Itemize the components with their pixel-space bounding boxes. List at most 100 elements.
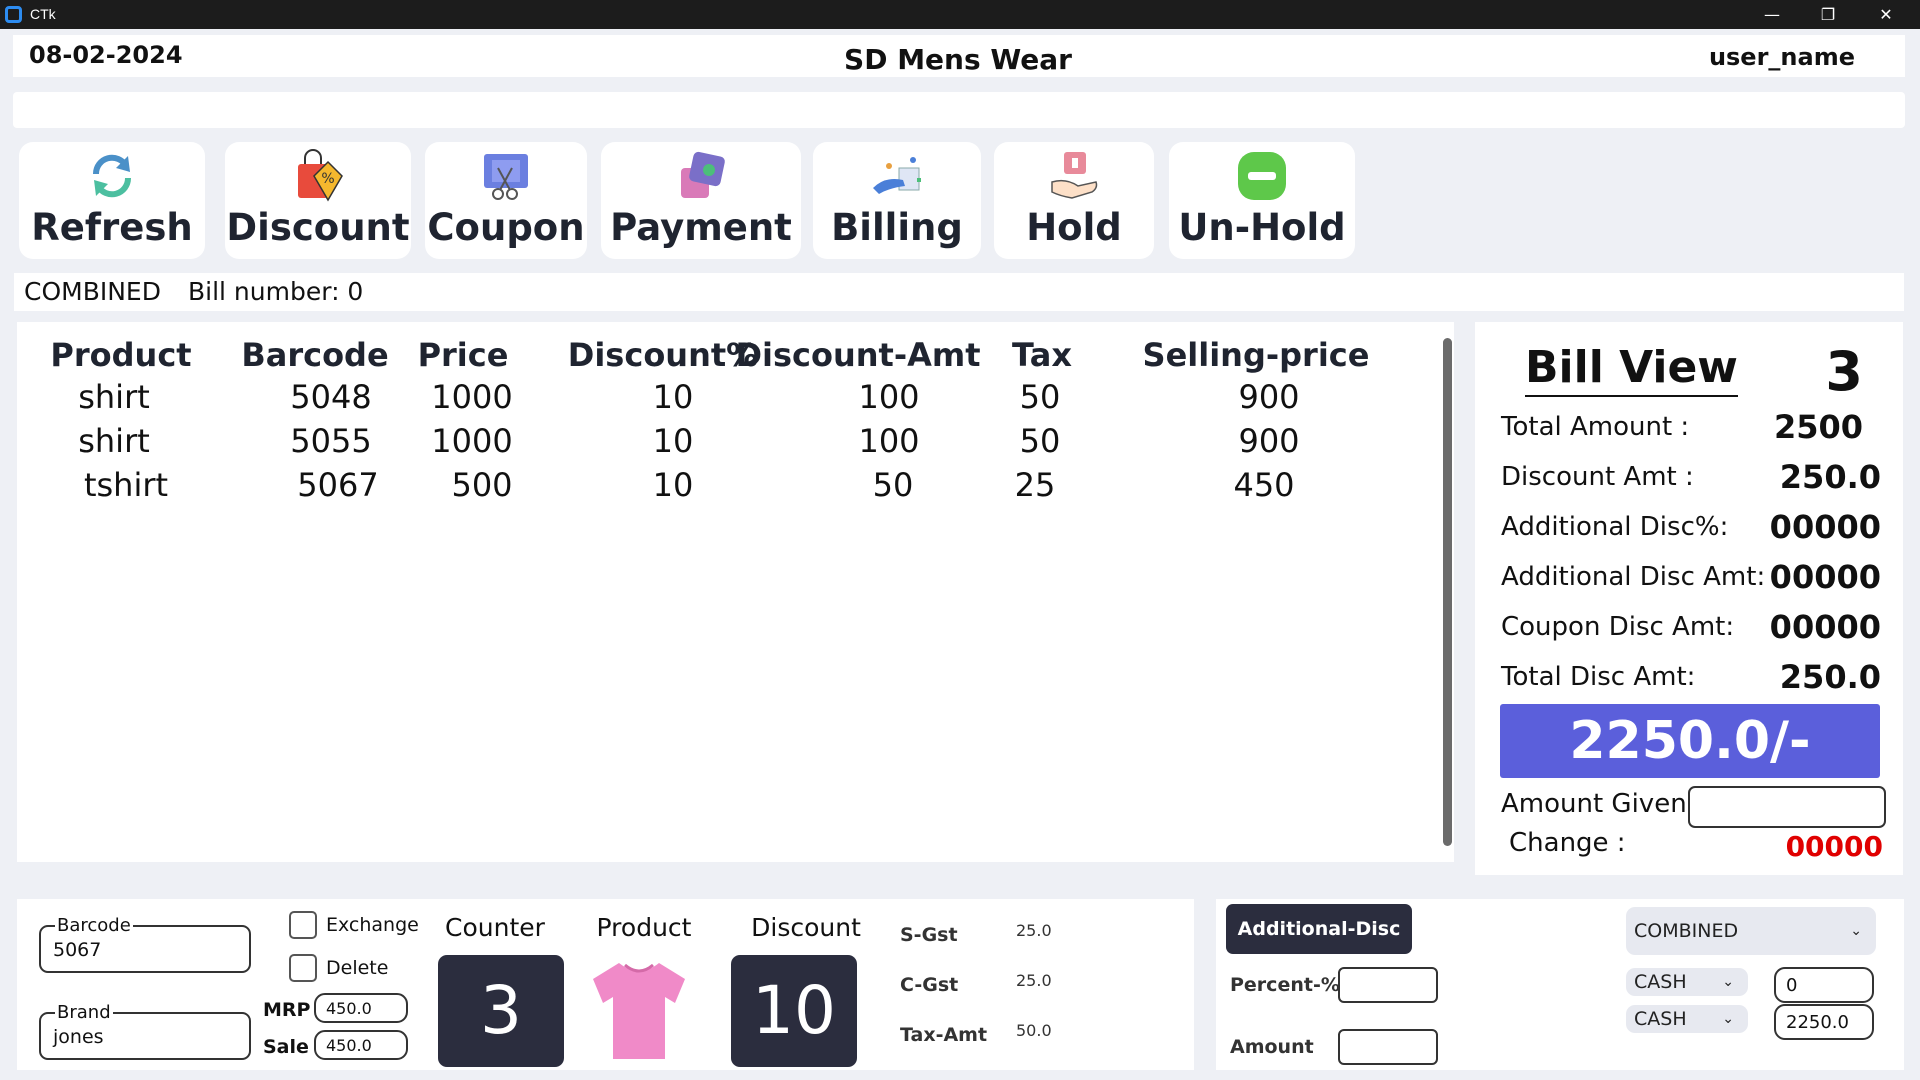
coupon-button[interactable]: Coupon	[425, 142, 587, 259]
barcode-value: 5067	[53, 939, 102, 961]
total-amount-value: 2500	[1773, 408, 1863, 446]
discount-amt-label: Discount Amt :	[1501, 462, 1694, 492]
discount-bag-icon: %	[298, 149, 343, 202]
discount-card-value: 10	[731, 955, 857, 1067]
tax-amt-label: Tax-Amt	[900, 1024, 988, 1046]
close-button[interactable]: ✕	[1858, 0, 1914, 29]
search-bar	[13, 92, 1905, 128]
column-header-price: Price	[417, 336, 509, 374]
brand-value: jones	[53, 1026, 104, 1048]
mode-label: COMBINED	[24, 277, 161, 306]
minimize-button[interactable]: —	[1744, 0, 1800, 29]
cgst-label: C-Gst	[900, 974, 959, 996]
delete-checkbox[interactable]	[289, 954, 317, 982]
payment-method-2-amount[interactable]: 2250.0	[1774, 1004, 1874, 1040]
chevron-down-icon: ⌄	[1722, 1011, 1734, 1027]
table-cell: 100	[858, 378, 920, 416]
brand-field[interactable]: Brand jones	[39, 1002, 251, 1060]
billing-button[interactable]: Billing	[813, 142, 981, 259]
table-cell: 25	[1014, 466, 1056, 504]
mrp-label: MRP	[263, 999, 311, 1021]
sale-input[interactable]: 450.0	[314, 1030, 408, 1060]
shop-name: SD Mens Wear	[844, 43, 1072, 76]
table-cell: 450	[1233, 466, 1295, 504]
discount-label: Discount	[226, 206, 410, 249]
tax-amt-value: 50.0	[1016, 1021, 1052, 1040]
column-header-tax: Tax	[1012, 336, 1072, 374]
pink-tshirt-icon	[593, 963, 685, 1059]
header-bar: 08-02-2024 SD Mens Wear user_name	[13, 35, 1905, 77]
table-cell: 5055	[290, 422, 372, 460]
exchange-checkbox[interactable]	[289, 911, 317, 939]
coupon-scissors-icon	[484, 154, 528, 200]
amount-label: Amount	[1230, 1036, 1314, 1058]
table-cell: 5048	[290, 378, 372, 416]
total-amount-label: Total Amount :	[1501, 412, 1690, 442]
info-strip: COMBINED Bill number: 0	[14, 273, 1904, 311]
bill-item-count: 3	[1825, 340, 1863, 403]
additional-disc-amt-value: 00000	[1769, 558, 1881, 596]
counter-label: Counter	[445, 913, 545, 942]
bill-view-panel: Bill View 3 Total Amount : 2500 Discount…	[1475, 322, 1903, 875]
table-cell: 10	[652, 466, 694, 504]
barcode-field[interactable]: Barcode 5067	[39, 915, 251, 973]
counter-value: 3	[438, 955, 564, 1067]
app-icon	[5, 6, 22, 23]
mrp-input[interactable]: 450.0	[314, 993, 408, 1023]
billing-hand-icon	[873, 157, 921, 194]
table-cell: shirt	[78, 378, 150, 416]
sgst-value: 25.0	[1016, 921, 1052, 940]
table-cell: 100	[858, 422, 920, 460]
hold-button[interactable]: Hold	[994, 142, 1154, 259]
payment-mode-select[interactable]: COMBINED ⌄	[1626, 907, 1876, 955]
additional-disc-button[interactable]: Additional-Disc	[1226, 904, 1412, 954]
table-cell: 50	[1019, 378, 1061, 416]
table-cell: 50	[872, 466, 914, 504]
maximize-button[interactable]: ❐	[1800, 0, 1856, 29]
chevron-down-icon: ⌄	[1850, 923, 1862, 939]
unhold-button[interactable]: Un-Hold	[1169, 142, 1355, 259]
percent-label: Percent-%	[1230, 974, 1340, 996]
table-scrollbar[interactable]	[1443, 338, 1452, 846]
table-cell: tshirt	[83, 466, 169, 504]
table-cell: 500	[451, 466, 513, 504]
payment-method-1-select[interactable]: CASH ⌄	[1626, 968, 1748, 996]
grand-total-display: 2250.0/-	[1500, 704, 1880, 778]
chevron-down-icon: ⌄	[1722, 974, 1734, 990]
payment-panel: Additional-Disc Percent-% Amount COMBINE…	[1216, 899, 1904, 1070]
amount-given-input[interactable]	[1688, 786, 1886, 828]
table-cell: 50	[1019, 422, 1061, 460]
billing-label: Billing	[831, 206, 963, 249]
table-cell: 1000	[431, 378, 513, 416]
amount-input[interactable]	[1338, 1029, 1438, 1065]
item-entry-panel: Barcode 5067 Brand jones Exchange Delete…	[17, 899, 1194, 1070]
table-cell: 900	[1238, 378, 1300, 416]
column-header-discount-amt: Discount-Amt	[735, 336, 981, 374]
payment-mode-value: COMBINED	[1634, 920, 1739, 942]
amount-given-label: Amount Given:	[1501, 789, 1696, 819]
payment-method-1-value: CASH	[1634, 971, 1687, 993]
hold-label: Hold	[1026, 206, 1122, 249]
sale-label: Sale	[263, 1036, 309, 1058]
payment-label: Payment	[610, 206, 792, 249]
payment-button[interactable]: Payment	[601, 142, 801, 259]
refresh-button[interactable]: Refresh	[19, 142, 205, 259]
discount-amt-value: 250.0	[1779, 458, 1881, 496]
change-label: Change :	[1509, 828, 1626, 858]
payment-method-1-amount[interactable]: 0	[1774, 967, 1874, 1003]
total-disc-amt-label: Total Disc Amt:	[1501, 662, 1696, 692]
refresh-icon	[92, 154, 132, 198]
percent-input[interactable]	[1338, 967, 1438, 1003]
discount-button[interactable]: % Discount	[225, 142, 411, 259]
column-header-discount-percent: Discount%	[567, 336, 759, 374]
unhold-label: Un-Hold	[1178, 206, 1346, 249]
product-label: Product	[596, 913, 692, 942]
table-cell: shirt	[78, 422, 150, 460]
payment-method-2-select[interactable]: CASH ⌄	[1626, 1005, 1748, 1033]
window-titlebar: CTk — ❐ ✕	[0, 0, 1920, 29]
refresh-label: Refresh	[31, 206, 193, 249]
discount-card-label: Discount	[751, 913, 861, 942]
minus-circle-icon	[1238, 152, 1286, 200]
coupon-disc-amt-value: 00000	[1769, 608, 1881, 646]
delete-label: Delete	[326, 957, 389, 979]
